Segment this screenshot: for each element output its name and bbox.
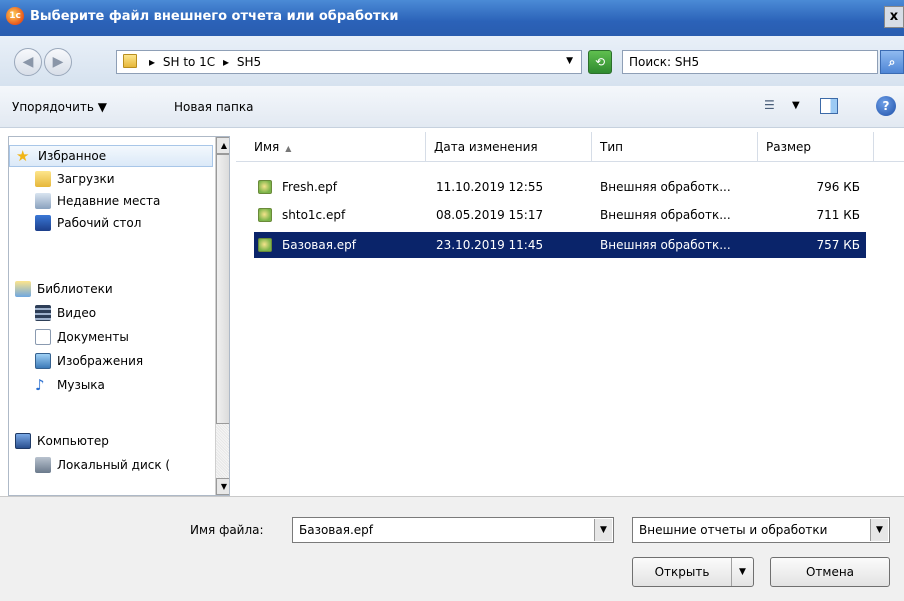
file-name: shto1c.epf [282, 208, 346, 222]
table-row[interactable]: shto1c.epf 08.05.2019 15:17 Внешняя обра… [254, 202, 866, 228]
address-bar: ◀ ▶ ▸ SH to 1C ▸ SH5 ▼ ⟲ Поиск: SH5 ⌕ [0, 36, 904, 86]
file-size: 796 КБ [816, 180, 860, 194]
file-size: 711 КБ [816, 208, 860, 222]
sidebar-item-favorites[interactable]: ★ Избранное [9, 145, 213, 167]
sidebar-item-music[interactable]: ♪ Музыка [9, 375, 209, 397]
recent-places-icon [35, 193, 51, 209]
epf-file-icon [258, 180, 272, 194]
music-icon: ♪ [35, 376, 45, 394]
sidebar-item-computer[interactable]: Компьютер [9, 431, 209, 453]
sidebar-item-video[interactable]: Видео [9, 303, 209, 325]
dialog-footer: Имя файла: Базовая.epf ▼ Внешние отчеты … [0, 496, 904, 601]
downloads-folder-icon [35, 171, 51, 187]
filename-value: Базовая.epf [299, 523, 373, 537]
column-header-size[interactable]: Размер [758, 132, 874, 162]
scroll-down-icon[interactable]: ▼ [216, 478, 229, 495]
breadcrumb-item-sh5[interactable]: SH5 [237, 55, 261, 69]
file-type: Внешняя обработк... [600, 208, 731, 222]
table-row[interactable]: Fresh.epf 11.10.2019 12:55 Внешняя обраб… [254, 174, 866, 200]
pictures-icon [35, 353, 51, 369]
filename-label: Имя файла: [190, 523, 264, 537]
cancel-button[interactable]: Отмена [770, 557, 890, 587]
preview-pane-icon[interactable] [820, 98, 838, 114]
file-type: Внешняя обработк... [600, 238, 731, 252]
sidebar-item-recent-places[interactable]: Недавние места [9, 191, 209, 213]
open-button[interactable]: Открыть ▼ [632, 557, 754, 587]
table-row-selected[interactable]: Базовая.epf 23.10.2019 11:45 Внешняя обр… [254, 232, 866, 258]
computer-icon [15, 433, 31, 449]
star-icon: ★ [16, 147, 30, 165]
search-icon[interactable]: ⌕ [880, 50, 904, 74]
video-icon [35, 305, 51, 321]
filetype-select[interactable]: Внешние отчеты и обработки ▼ [632, 517, 890, 543]
sidebar-scrollbar[interactable]: ▲ ▼ [215, 137, 229, 495]
new-folder-button[interactable]: Новая папка [174, 100, 253, 114]
sidebar-item-desktop[interactable]: Рабочий стол [9, 213, 209, 235]
open-dropdown-icon[interactable]: ▼ [731, 558, 753, 586]
back-button[interactable]: ◀ [14, 48, 42, 76]
local-disk-icon [35, 457, 51, 473]
path-dropdown-icon[interactable]: ▼ [566, 56, 573, 66]
sidebar-item-documents[interactable]: Документы [9, 327, 209, 349]
file-date: 08.05.2019 15:17 [436, 208, 544, 222]
column-headers: Имя ▲ Дата изменения Тип Размер [236, 132, 904, 162]
breadcrumb: ▸ SH to 1C ▸ SH5 [149, 55, 262, 69]
scroll-up-icon[interactable]: ▲ [216, 137, 229, 154]
search-input[interactable]: Поиск: SH5 [622, 50, 878, 74]
help-icon[interactable]: ? [876, 96, 896, 116]
view-options-icon[interactable]: ☰ [764, 98, 782, 114]
documents-icon [35, 329, 51, 345]
epf-file-icon [258, 238, 272, 252]
file-size: 757 КБ [816, 238, 860, 252]
column-header-date[interactable]: Дата изменения [426, 132, 592, 162]
breadcrumb-item-sh-to-1c[interactable]: SH to 1C [163, 55, 215, 69]
sidebar-item-local-disk[interactable]: Локальный диск ( [9, 455, 209, 477]
title-bar: 1с Выберите файл внешнего отчета или обр… [0, 0, 904, 36]
sort-ascending-icon: ▲ [285, 144, 292, 153]
file-date: 11.10.2019 12:55 [436, 180, 544, 194]
epf-file-icon [258, 208, 272, 222]
filename-input[interactable]: Базовая.epf ▼ [292, 517, 614, 543]
file-list: Имя ▲ Дата изменения Тип Размер Fresh.epf… [236, 132, 904, 496]
window-title: Выберите файл внешнего отчета или обрабо… [30, 9, 399, 24]
navigation-pane: ★ Избранное Загрузки Недавние места Рабо… [8, 136, 230, 496]
sidebar-item-downloads[interactable]: Загрузки [9, 169, 209, 191]
file-name: Fresh.epf [282, 180, 337, 194]
forward-button[interactable]: ▶ [44, 48, 72, 76]
folder-icon [123, 54, 137, 68]
refresh-button[interactable]: ⟲ [588, 50, 612, 74]
path-box[interactable]: ▸ SH to 1C ▸ SH5 ▼ [116, 50, 582, 74]
file-name: Базовая.epf [282, 238, 356, 252]
sidebar-item-pictures[interactable]: Изображения [9, 351, 209, 373]
column-header-name[interactable]: Имя ▲ [246, 132, 426, 162]
close-button[interactable]: x [884, 6, 904, 28]
scroll-thumb[interactable] [216, 154, 229, 424]
app-1c-icon: 1с [6, 7, 24, 25]
file-type: Внешняя обработк... [600, 180, 731, 194]
filetype-value: Внешние отчеты и обработки [639, 523, 828, 537]
sidebar-item-libraries[interactable]: Библиотеки [9, 279, 209, 301]
file-date: 23.10.2019 11:45 [436, 238, 544, 252]
desktop-icon [35, 215, 51, 231]
view-dropdown-icon[interactable]: ▼ [792, 100, 800, 111]
filename-dropdown-icon[interactable]: ▼ [594, 519, 612, 541]
command-toolbar: Упорядочить ▼ Новая папка ☰ ▼ ? [0, 86, 904, 128]
column-header-type[interactable]: Тип [592, 132, 758, 162]
organize-button[interactable]: Упорядочить ▼ [12, 100, 107, 114]
libraries-icon [15, 281, 31, 297]
filetype-dropdown-icon[interactable]: ▼ [870, 519, 888, 541]
